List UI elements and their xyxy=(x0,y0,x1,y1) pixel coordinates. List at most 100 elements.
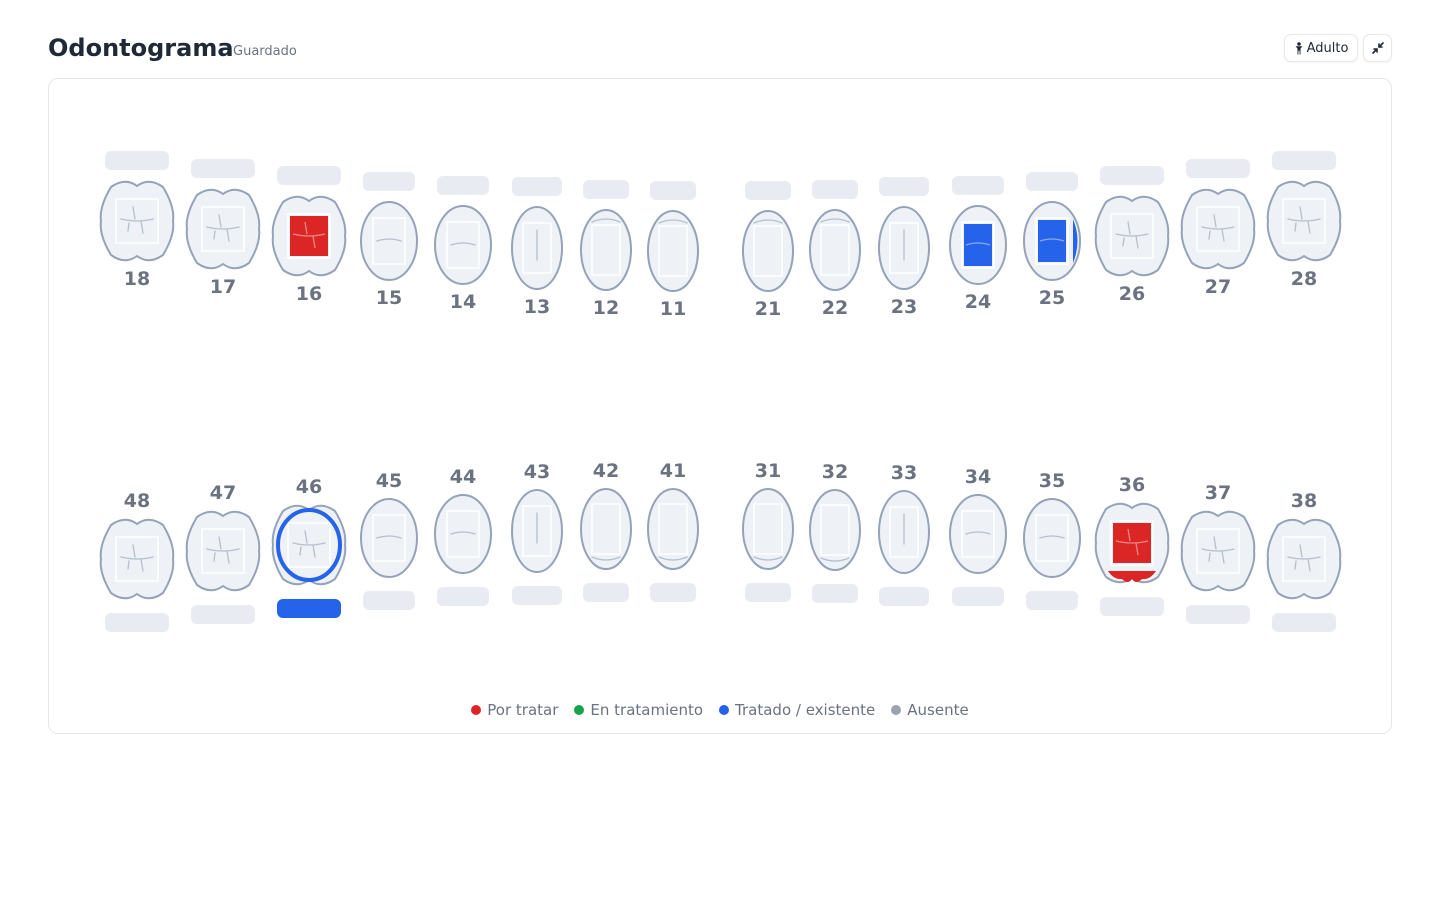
legend-item-en-tratamiento: En tratamiento xyxy=(574,699,703,721)
tooth-root[interactable] xyxy=(277,599,341,618)
tooth-number: 31 xyxy=(755,460,781,482)
tooth-root[interactable] xyxy=(277,166,341,185)
tooth-root[interactable] xyxy=(952,176,1004,195)
tooth-outline xyxy=(434,205,492,285)
tooth-root[interactable] xyxy=(363,172,415,191)
tooth-21[interactable] xyxy=(742,210,794,292)
legend-dot xyxy=(471,705,482,715)
tooth-root[interactable] xyxy=(1272,151,1336,170)
tooth-root[interactable] xyxy=(1100,597,1164,616)
tooth-root[interactable] xyxy=(437,176,489,195)
tooth-root[interactable] xyxy=(512,586,562,605)
tooth-root[interactable] xyxy=(1186,159,1250,178)
tooth-outline xyxy=(360,498,418,578)
tooth-root[interactable] xyxy=(1026,591,1078,610)
tooth-number: 34 xyxy=(965,466,991,488)
tooth-outline xyxy=(434,494,492,574)
tooth-root[interactable] xyxy=(512,177,562,196)
tooth-outline xyxy=(647,210,699,292)
tooth-outline xyxy=(580,488,632,570)
tooth-root[interactable] xyxy=(1100,166,1164,185)
adult-mode-label: Adulto xyxy=(1306,40,1349,56)
tooth-41[interactable] xyxy=(647,488,699,570)
tooth-46[interactable] xyxy=(271,504,347,586)
tooth-number: 14 xyxy=(450,291,476,313)
tooth-root[interactable] xyxy=(879,587,929,606)
tooth-number: 15 xyxy=(376,287,402,309)
tooth-root[interactable] xyxy=(363,591,415,610)
tooth-34[interactable] xyxy=(949,494,1007,574)
legend-label: Por tratar xyxy=(487,701,559,719)
tooth-12[interactable] xyxy=(580,209,632,291)
tooth-number: 21 xyxy=(755,298,781,320)
legend: Por tratar En tratamiento Tratado / exis… xyxy=(49,699,1391,721)
tooth-root[interactable] xyxy=(1272,613,1336,632)
tooth-root[interactable] xyxy=(583,180,629,199)
tooth-outline xyxy=(1023,498,1081,578)
tooth-26[interactable] xyxy=(1094,195,1170,277)
tooth-28[interactable] xyxy=(1266,180,1342,262)
tooth-24[interactable] xyxy=(949,205,1007,285)
tooth-17[interactable] xyxy=(185,188,261,270)
legend-item-por-tratar: Por tratar xyxy=(471,699,558,721)
tooth-47[interactable] xyxy=(185,510,261,592)
collapse-arrows-icon xyxy=(1371,42,1384,54)
person-icon xyxy=(1295,41,1303,54)
tooth-root[interactable] xyxy=(191,159,255,178)
tooth-38[interactable] xyxy=(1266,518,1342,600)
tooth-number: 47 xyxy=(210,482,236,504)
tooth-31[interactable] xyxy=(742,488,794,570)
tooth-27[interactable] xyxy=(1180,188,1256,270)
tooth-35[interactable] xyxy=(1023,498,1081,578)
tooth-37[interactable] xyxy=(1180,510,1256,592)
odontogram-card: 18 17 16 15 14 13 12 11 21 22 23 24 25 26 27 28 48 47 46 45… xyxy=(48,78,1392,734)
tooth-15[interactable] xyxy=(360,201,418,281)
tooth-outline xyxy=(647,488,699,570)
tooth-root[interactable] xyxy=(812,584,858,603)
tooth-16[interactable] xyxy=(271,195,347,277)
tooth-44[interactable] xyxy=(434,494,492,574)
legend-item-ausente: Ausente xyxy=(891,699,969,721)
tooth-root[interactable] xyxy=(650,583,696,602)
tooth-root[interactable] xyxy=(745,583,791,602)
tooth-root[interactable] xyxy=(812,180,858,199)
tooth-number: 41 xyxy=(660,460,686,482)
tooth-number: 36 xyxy=(1119,474,1145,496)
tooth-root[interactable] xyxy=(952,587,1004,606)
tooth-root[interactable] xyxy=(745,181,791,200)
tooth-25[interactable] xyxy=(1023,201,1081,281)
adult-mode-button[interactable]: Adulto xyxy=(1284,34,1358,62)
tooth-18[interactable] xyxy=(99,180,175,262)
tooth-36[interactable] xyxy=(1094,502,1170,584)
tooth-root[interactable] xyxy=(650,181,696,200)
tooth-root[interactable] xyxy=(191,605,255,624)
tooth-root[interactable] xyxy=(583,583,629,602)
tooth-32[interactable] xyxy=(809,489,861,571)
tooth-14[interactable] xyxy=(434,205,492,285)
tooth-number: 18 xyxy=(124,268,150,290)
tooth-13[interactable] xyxy=(511,206,563,290)
tooth-root[interactable] xyxy=(1026,172,1078,191)
tooth-45[interactable] xyxy=(360,498,418,578)
tooth-root[interactable] xyxy=(1186,605,1250,624)
legend-label: Ausente xyxy=(907,701,969,719)
tooth-outline xyxy=(360,201,418,281)
tooth-22[interactable] xyxy=(809,209,861,291)
tooth-11[interactable] xyxy=(647,210,699,292)
tooth-number: 17 xyxy=(210,276,236,298)
tooth-root[interactable] xyxy=(105,151,169,170)
tooth-number: 38 xyxy=(1291,490,1317,512)
tooth-43[interactable] xyxy=(511,489,563,573)
tooth-33[interactable] xyxy=(878,490,930,574)
tooth-number: 23 xyxy=(891,296,917,318)
tooth-number: 16 xyxy=(296,283,322,305)
tooth-23[interactable] xyxy=(878,206,930,290)
tooth-root[interactable] xyxy=(879,177,929,196)
tooth-48[interactable] xyxy=(99,518,175,600)
tooth-42[interactable] xyxy=(580,488,632,570)
tooth-number: 27 xyxy=(1205,276,1231,298)
tooth-number: 28 xyxy=(1291,268,1317,290)
tooth-root[interactable] xyxy=(105,613,169,632)
tooth-root[interactable] xyxy=(437,587,489,606)
collapse-button[interactable] xyxy=(1363,34,1392,62)
